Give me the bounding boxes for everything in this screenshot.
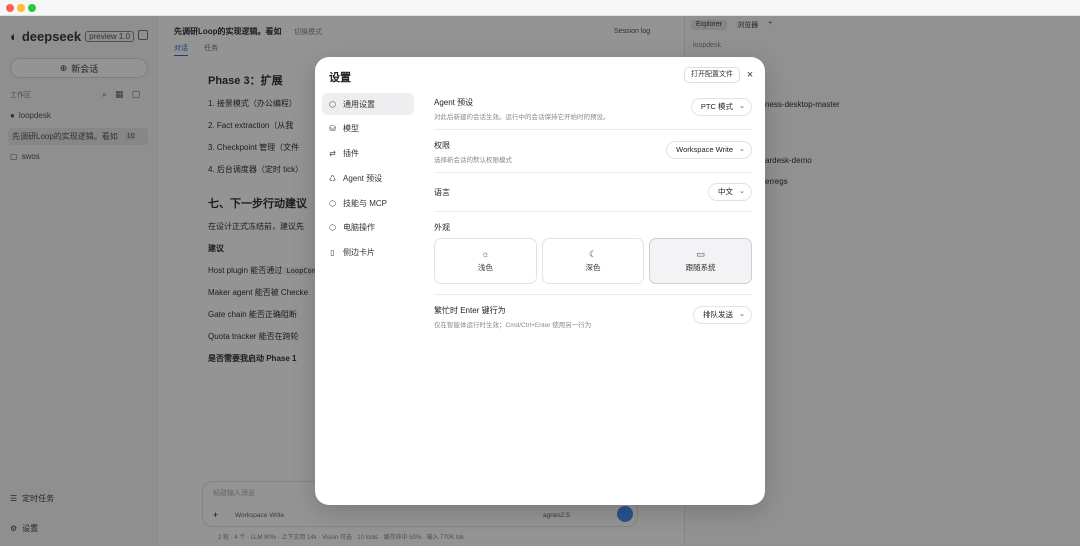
nav-item-model[interactable]: ⛁ 模型 [322,118,414,140]
monitor-icon: ▭ [696,248,705,259]
setting-row-agent-preset: Agent 预设 对此后新建的会话生效。运行中的会话保持它开始时的预设。 PTC… [434,93,752,130]
chevron-down-icon: ⌄ [739,103,745,110]
agent-preset-select[interactable]: PTC 模式 ⌄ [690,98,752,116]
nav-item-computer-use[interactable]: ⬡ 电脑操作 [322,217,414,239]
chevron-down-icon: ⌄ [739,188,745,195]
hexagon-icon: ⬡ [329,99,336,109]
nav-item-skills-mcp[interactable]: ⬡ 技能与 MCP [322,192,414,214]
sliders-icon: ⇄ [329,149,336,159]
theme-option-system[interactable]: ▭ 跟随系统 [649,238,753,284]
sun-icon: ☼ [481,248,490,259]
close-window-button[interactable] [6,4,14,12]
theme-option-dark[interactable]: ☾ 深色 [541,238,645,284]
setting-label: Agent 预设 [434,98,474,107]
window-titlebar [0,0,1080,16]
settings-nav: ⬡ 通用设置 ⛁ 模型 ⇄ 插件 ♺ Agent 预设 ⬡ 技能与 MCP ⬡ … [322,93,414,267]
chevron-down-icon: ⌄ [739,311,745,318]
maximize-window-button[interactable] [28,4,36,12]
appearance-label: 外观 [434,223,450,232]
divider [434,294,752,295]
permission-select[interactable]: Workspace Write ⌄ [666,141,752,159]
panel-icon: ▯ [330,248,335,258]
nav-item-agent-preset[interactable]: ♺ Agent 预设 [322,167,414,189]
chevron-down-icon: ⌄ [739,146,745,153]
setting-row-language: 语言 中文 ⌄ [434,173,752,212]
setting-row-permission: 权限 选择新会话的默认权限模式 Workspace Write ⌄ [434,130,752,173]
nav-item-side-cards[interactable]: ▯ 侧边卡片 [322,242,414,264]
nav-item-general[interactable]: ⬡ 通用设置 [322,93,414,115]
settings-dialog: 设置 打开配置文件 × ⬡ 通用设置 ⛁ 模型 ⇄ 插件 ♺ Agent 预设 … [315,57,765,505]
setting-description: 选择新会话的默认权限模式 [434,157,512,164]
setting-description: 对此后新建的会话生效。运行中的会话保持它开始时的预设。 [434,114,610,121]
setting-label: 权限 [434,141,450,150]
close-icon[interactable]: × [743,68,757,82]
setting-description: 仅在智能体运行时生效；Cmd/Ctrl+Enter 使用另一行为 [434,322,592,329]
minimize-window-button[interactable] [17,4,25,12]
appearance-options: ☼ 浅色 ☾ 深色 ▭ 跟随系统 [434,238,753,284]
hexagon-icon: ⬡ [329,223,336,233]
database-icon: ⛁ [329,124,336,134]
nav-item-plugins[interactable]: ⇄ 插件 [322,143,414,165]
setting-label: 繁忙时 Enter 键行为 [434,306,506,315]
moon-icon: ☾ [588,248,598,259]
recycle-icon: ♺ [328,173,337,183]
open-config-file-button[interactable]: 打开配置文件 [684,67,740,83]
setting-label: 语言 [434,188,450,197]
hexagon-icon: ⬡ [329,198,336,208]
enter-behavior-select[interactable]: 排队发送 ⌄ [693,306,752,324]
language-select[interactable]: 中文 ⌄ [708,183,752,201]
theme-option-light[interactable]: ☼ 浅色 [434,238,537,284]
dialog-title: 设置 [329,72,351,84]
